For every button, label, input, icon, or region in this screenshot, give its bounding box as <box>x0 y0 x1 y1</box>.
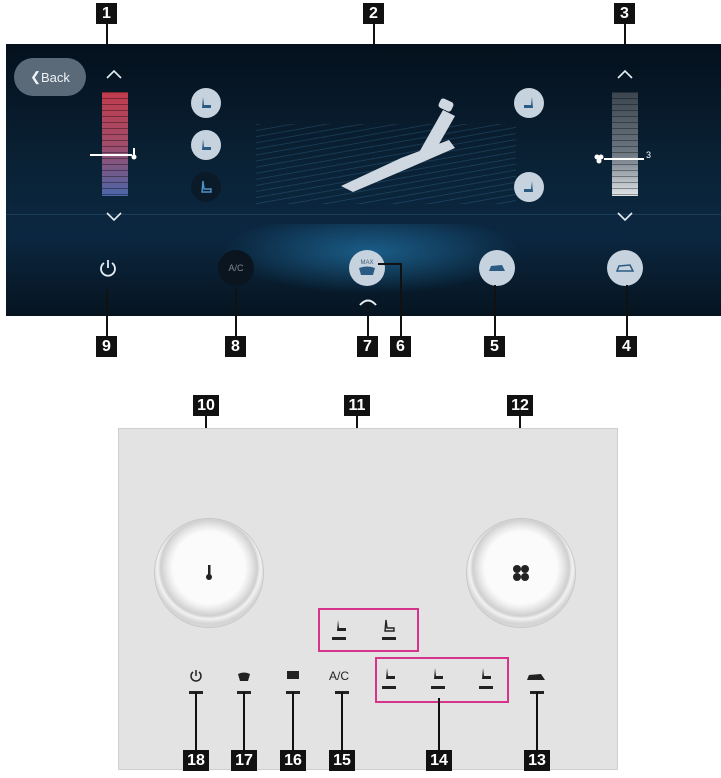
callout-8: 8 <box>225 336 246 357</box>
callout-18: 18 <box>183 750 209 771</box>
seat-heat-passenger-indicator <box>382 637 396 640</box>
power-icon[interactable] <box>98 258 118 278</box>
ac-button-label[interactable]: A/C <box>329 669 349 683</box>
seat-heat-right-button[interactable] <box>514 88 544 118</box>
car-fresh-air-icon <box>615 264 635 272</box>
callout-12: 12 <box>507 395 533 416</box>
temperature-slider[interactable] <box>102 92 128 196</box>
car-recirculation-icon <box>489 265 505 271</box>
seat-heat-mode-icon[interactable] <box>431 667 445 681</box>
seat-vent-icon <box>202 139 211 150</box>
leader-15 <box>341 692 343 750</box>
seat-heat-driver-icon[interactable] <box>334 619 348 633</box>
leader-18 <box>195 692 197 750</box>
temperature-knob[interactable] <box>155 519 263 627</box>
rear-defrost-icon[interactable] <box>286 670 300 682</box>
leader-7 <box>367 302 369 336</box>
fan-speed-marker[interactable] <box>604 158 644 160</box>
leader-5 <box>494 285 496 336</box>
seat-ventilation-indicator <box>382 686 396 689</box>
seat-heat-mode-indicator <box>431 686 445 689</box>
power-icon[interactable] <box>189 669 203 683</box>
callout-6: 6 <box>390 336 411 357</box>
thermometer-icon <box>206 565 212 580</box>
callout-10: 10 <box>193 395 219 416</box>
callout-14: 14 <box>426 750 452 771</box>
seat-massage-mode-indicator <box>479 686 493 689</box>
outside-air-button[interactable] <box>607 250 643 286</box>
fan-speed-level: 3 <box>646 150 652 160</box>
callout-2: 2 <box>363 3 384 24</box>
back-label: Back <box>41 69 70 85</box>
callout-5: 5 <box>484 336 505 357</box>
seat-ventilation-icon[interactable] <box>383 667 397 681</box>
physical-control-panel: A/C <box>118 428 618 770</box>
leader-4 <box>626 285 628 336</box>
leader-17 <box>243 692 245 750</box>
fan-speed-knob[interactable] <box>467 519 575 627</box>
callout-17: 17 <box>231 750 257 771</box>
fan-down-chevron-icon[interactable] <box>616 210 634 222</box>
callout-15: 15 <box>329 750 355 771</box>
fan-small-icon <box>594 154 604 164</box>
leader-16 <box>292 692 294 750</box>
leader-9 <box>106 290 108 336</box>
callout-11: 11 <box>344 395 370 416</box>
leader-8 <box>235 288 237 336</box>
back-chevron-icon: ❮ <box>30 69 41 84</box>
seat-massage-left-button[interactable] <box>191 172 221 202</box>
ac-label: A/C <box>228 263 244 273</box>
callout-7: 7 <box>357 336 378 357</box>
leader-6-h <box>378 263 402 265</box>
callout-16: 16 <box>280 750 306 771</box>
front-defrost-icon[interactable] <box>237 671 251 683</box>
seat-ventilation-left-button[interactable] <box>191 130 221 160</box>
callout-13: 13 <box>524 750 550 771</box>
seat-massage-mode-icon[interactable] <box>479 667 493 681</box>
seat-heat-left-button[interactable] <box>191 88 221 118</box>
windshield-defrost-icon <box>359 266 375 275</box>
back-button[interactable]: ❮ Back <box>14 58 86 96</box>
leader-14 <box>438 698 440 750</box>
temperature-marker[interactable] <box>90 154 132 156</box>
recirculation-icon[interactable] <box>525 671 547 683</box>
callout-4: 4 <box>616 336 637 357</box>
seat-vent-icon-right <box>524 181 533 192</box>
seat-ventilation-right-button[interactable] <box>514 172 544 202</box>
temp-down-chevron-icon[interactable] <box>105 210 123 222</box>
callout-3: 3 <box>614 3 635 24</box>
leader-6-v <box>400 263 402 336</box>
temp-up-chevron-icon[interactable] <box>105 68 123 80</box>
seat-massage-icon <box>201 180 212 193</box>
thermometer-icon <box>131 148 137 160</box>
seat-heat-icon-right <box>524 97 533 108</box>
seat-heat-icon <box>202 97 211 108</box>
ac-button[interactable]: A/C <box>218 250 254 286</box>
max-defrost-button[interactable]: MAX <box>349 250 385 286</box>
callout-9: 9 <box>96 336 117 357</box>
seat-heat-driver-indicator <box>332 637 346 640</box>
callout-1: 1 <box>96 3 117 24</box>
seat-heat-passenger-icon[interactable] <box>382 619 396 633</box>
fan-up-chevron-icon[interactable] <box>616 68 634 80</box>
climate-touchscreen: ❮ Back 3 A/C MAX <box>6 44 721 316</box>
recirculation-button[interactable] <box>479 250 515 286</box>
fan-icon <box>513 565 529 581</box>
seat-graphic <box>341 98 455 192</box>
fan-speed-slider[interactable] <box>612 92 638 196</box>
leader-13 <box>536 692 538 750</box>
